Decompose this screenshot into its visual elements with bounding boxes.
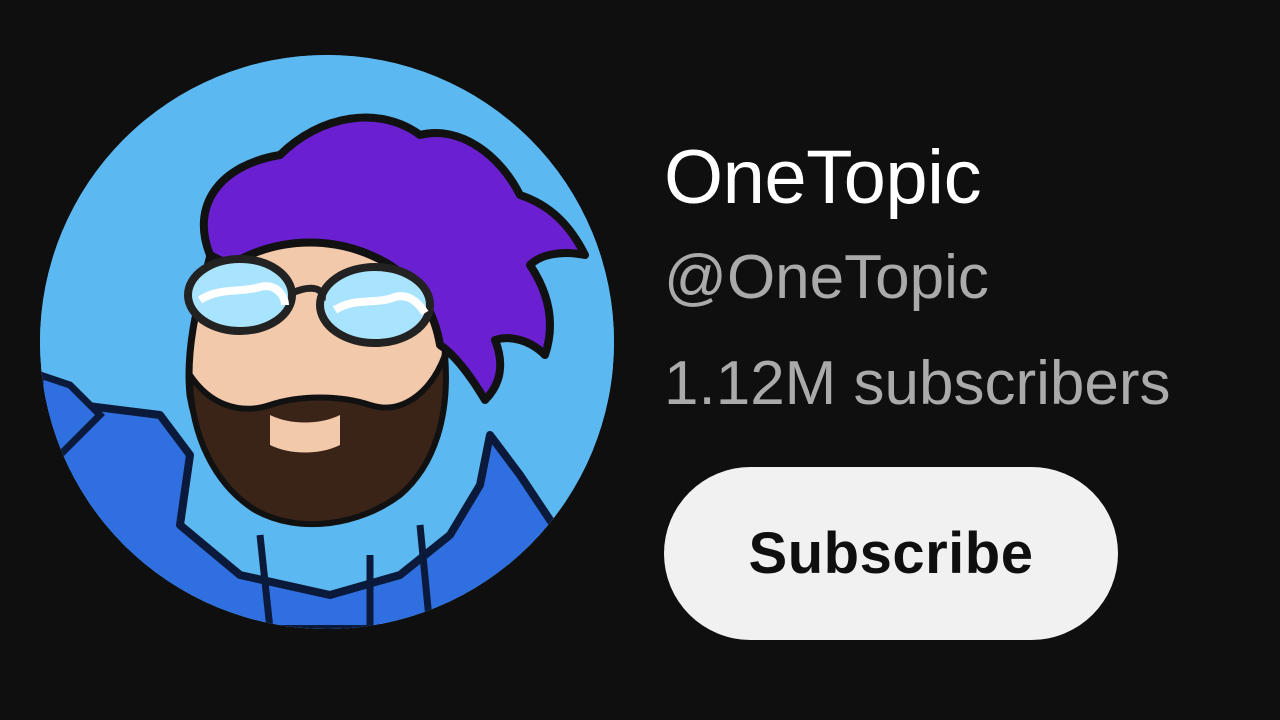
channel-header: OneTopic @OneTopic 1.12M subscribers Sub… xyxy=(0,0,1280,720)
cartoon-avatar-icon xyxy=(40,55,614,629)
subscriber-count: 1.12M subscribers xyxy=(664,349,1171,418)
channel-name[interactable]: OneTopic xyxy=(664,130,1264,226)
channel-avatar[interactable] xyxy=(40,55,614,629)
subscribe-button[interactable]: Subscribe xyxy=(664,467,1118,640)
channel-info: OneTopic @OneTopic 1.12M subscribers xyxy=(664,130,1264,422)
channel-handle: @OneTopic xyxy=(664,243,989,312)
